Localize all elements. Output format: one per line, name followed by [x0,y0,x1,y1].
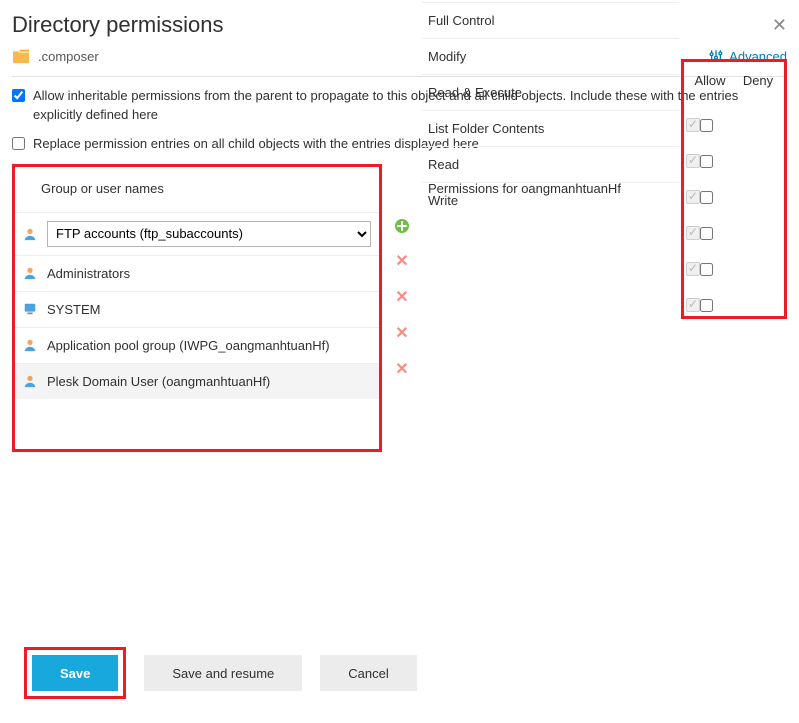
system-icon [23,302,37,316]
deny-checkbox[interactable] [700,119,713,132]
permission-label: Modify [422,49,679,64]
allow-checkbox[interactable] [686,190,700,204]
list-item[interactable]: Application pool group (IWPG_oangmanhtua… [15,327,379,363]
list-item-label: Administrators [47,266,130,281]
group-column-header: Group or user names [15,167,379,212]
user-icon [23,374,37,388]
deny-checkbox[interactable] [700,191,713,204]
user-icon [23,266,37,280]
list-item-label: Plesk Domain User (oangmanhtuanHf) [47,374,270,389]
deny-header: Deny [734,73,782,88]
save-and-resume-button[interactable]: Save and resume [144,655,302,691]
allow-checkbox[interactable] [686,298,700,312]
deny-checkbox[interactable] [700,299,713,312]
replace-label: Replace permission entries on all child … [33,135,479,154]
allow-checkbox[interactable] [686,118,700,132]
list-item[interactable]: SYSTEM [15,291,379,327]
row-actions-column: ✕ ✕ ✕ ✕ [392,164,412,452]
permission-label: List Folder Contents [422,121,679,136]
save-highlight: Save [24,647,126,699]
permission-label: Read & Execute [422,85,679,100]
footer-actions: Save Save and resume Cancel [24,647,417,699]
cancel-button[interactable]: Cancel [320,655,416,691]
list-item[interactable]: Administrators [15,255,379,291]
add-icon[interactable] [394,218,410,234]
permission-label: Write [422,193,679,208]
inherit-checkbox[interactable] [12,89,25,102]
remove-icon[interactable]: ✕ [395,326,408,342]
remove-icon[interactable]: ✕ [395,254,408,270]
permission-label: Read [422,157,679,172]
user-icon [23,338,37,352]
allow-header: Allow [686,73,734,88]
page-title: Directory permissions [12,12,224,38]
save-button[interactable]: Save [32,655,118,691]
permissions-panel: Permissions for oangmanhtuanHf Allow Den… [422,164,787,452]
user-icon [23,227,37,241]
allow-deny-box: Allow Deny [681,59,787,319]
remove-icon[interactable]: ✕ [395,290,408,306]
list-item-label: Application pool group (IWPG_oangmanhtua… [47,338,330,353]
allow-checkbox[interactable] [686,226,700,240]
ftp-accounts-select[interactable]: FTP accounts (ftp_subaccounts) [47,221,371,247]
allow-checkbox[interactable] [686,154,700,168]
deny-checkbox[interactable] [700,155,713,168]
list-item[interactable]: Plesk Domain User (oangmanhtuanHf) [15,363,379,399]
allow-checkbox[interactable] [686,262,700,276]
deny-checkbox[interactable] [700,263,713,276]
close-icon[interactable]: ✕ [772,15,787,36]
list-item-label: SYSTEM [47,302,100,317]
directory-name: .composer [38,49,99,64]
folder-icon [12,48,30,64]
directory-path: .composer [12,48,99,64]
remove-icon[interactable]: ✕ [395,362,408,378]
replace-checkbox[interactable] [12,137,25,150]
group-user-names-panel: Group or user names FTP accounts (ftp_su… [12,164,382,452]
deny-checkbox[interactable] [700,227,713,240]
permission-label: Full Control [422,13,679,28]
